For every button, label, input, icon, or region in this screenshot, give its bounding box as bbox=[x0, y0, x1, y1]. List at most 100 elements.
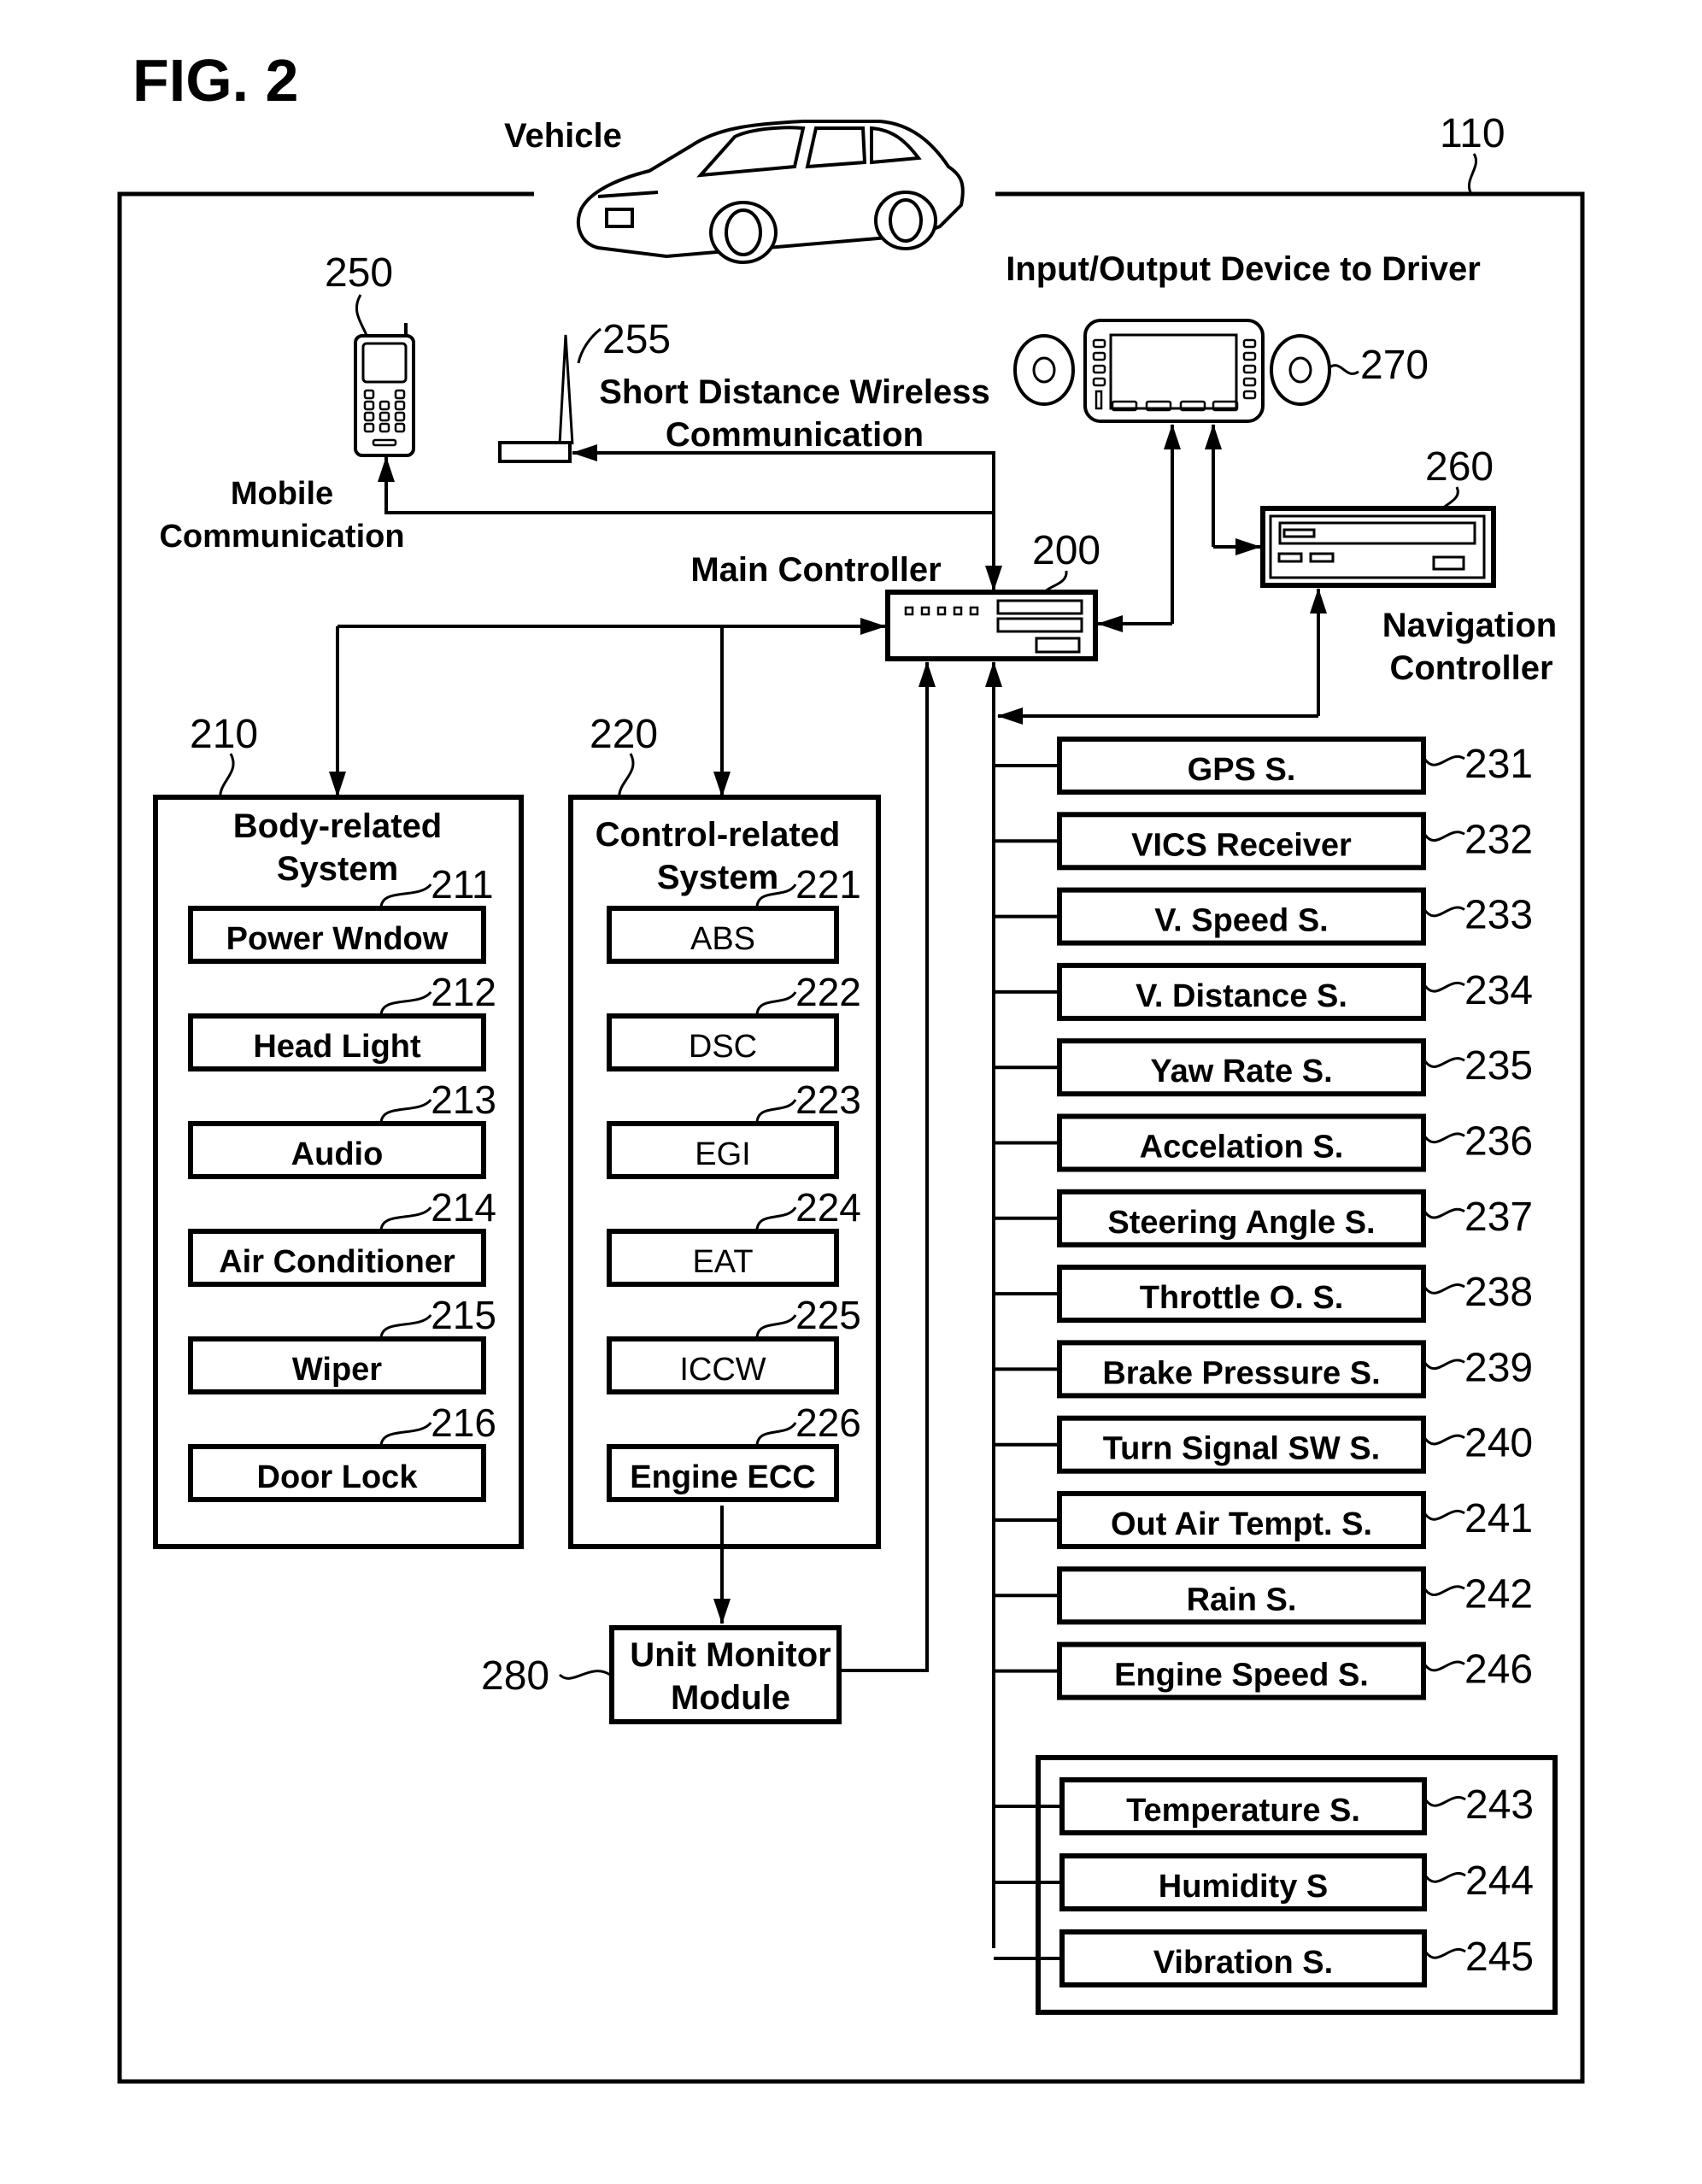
sensor-item-label: GPS S. bbox=[1188, 752, 1296, 788]
sensor-item-ref: 240 bbox=[1464, 1421, 1533, 1466]
sensor-item: Brake Pressure S. 239 bbox=[994, 1340, 1533, 1399]
sensor-item-ref-leader bbox=[1422, 1207, 1465, 1219]
sensor-item-label: V. Speed S. bbox=[1154, 903, 1328, 939]
sensor-item-label: VICS Receiver bbox=[1131, 827, 1352, 863]
link-main-to-mobile bbox=[378, 456, 994, 514]
control-item-ref: 221 bbox=[795, 862, 861, 907]
sensor-item-ref: 238 bbox=[1464, 1270, 1533, 1315]
sensor-item: V. Speed S. 233 bbox=[994, 887, 1533, 946]
sensor-item-ref-leader bbox=[1422, 1510, 1465, 1521]
sensor-item: GPS S. 231 bbox=[994, 737, 1533, 795]
sensor-item-ref: 233 bbox=[1464, 893, 1533, 938]
sensor-item: Rain S. 242 bbox=[994, 1566, 1533, 1625]
sensor-item: VICS Receiver 232 bbox=[994, 812, 1533, 871]
sensor-item-ref: 246 bbox=[1464, 1647, 1533, 1693]
sensor-item-label: Accelation S. bbox=[1140, 1130, 1344, 1165]
short-range-label-line1: Short Distance Wireless bbox=[599, 373, 990, 411]
control-system-ref-leader bbox=[618, 753, 635, 800]
sensor-item-ref-leader bbox=[1422, 1660, 1465, 1672]
mobile-phone-icon bbox=[354, 323, 415, 457]
unit-monitor-label-line2: Module bbox=[671, 1679, 790, 1717]
body-system-title-line2: System bbox=[277, 850, 398, 888]
control-item-label: Engine ECC bbox=[630, 1459, 815, 1495]
sensor-item-ref-leader bbox=[1422, 1585, 1465, 1596]
short-range-ref-leader bbox=[577, 327, 602, 364]
body-item-ref: 214 bbox=[431, 1185, 496, 1230]
sensor-item-label: Steering Angle S. bbox=[1107, 1205, 1375, 1241]
env-sensor-item-ref: 245 bbox=[1465, 1934, 1534, 1980]
sensor-item-label: Turn Signal SW S. bbox=[1103, 1431, 1380, 1467]
unit-monitor-ref-leader bbox=[558, 1670, 611, 1680]
navigation-unit-icon bbox=[1260, 506, 1496, 588]
body-system-ref-label: 210 bbox=[190, 712, 258, 757]
control-item-ref: 225 bbox=[795, 1293, 861, 1337]
sensor-item-ref: 234 bbox=[1464, 968, 1533, 1013]
sensor-item-ref-leader bbox=[1422, 1359, 1465, 1371]
body-item-label: Audio bbox=[291, 1136, 384, 1172]
sensor-item-label: Rain S. bbox=[1187, 1582, 1297, 1617]
nav-label-line2: Controller bbox=[1389, 649, 1552, 687]
sensor-item-ref-leader bbox=[1422, 1434, 1465, 1446]
body-item-ref: 212 bbox=[431, 970, 496, 1014]
io-ref-leader bbox=[1329, 364, 1359, 375]
mobile-label-line1: Mobile bbox=[231, 476, 333, 512]
sensor-item-ref-leader bbox=[1422, 1057, 1465, 1068]
main-controller-unit-icon bbox=[885, 590, 1098, 661]
sensor-item: V. Distance S. 234 bbox=[994, 962, 1533, 1021]
nav-label-line1: Navigation bbox=[1382, 607, 1557, 644]
mobile-label-line2: Communication bbox=[159, 519, 404, 555]
body-item-ref: 215 bbox=[431, 1293, 496, 1337]
sensor-item-ref: 235 bbox=[1464, 1043, 1533, 1089]
vehicle-label: Vehicle bbox=[504, 117, 622, 155]
sensor-item-ref: 231 bbox=[1464, 742, 1533, 787]
sensor-item: Turn Signal SW S. 240 bbox=[994, 1415, 1533, 1474]
sensor-item-ref-leader bbox=[1422, 755, 1465, 766]
sensor-item-ref: 241 bbox=[1464, 1496, 1533, 1541]
body-item-label: Power Wndow bbox=[226, 921, 449, 957]
sensor-item: Accelation S. 236 bbox=[994, 1113, 1533, 1172]
body-item-ref: 213 bbox=[431, 1077, 496, 1122]
control-item-label: ICCW bbox=[679, 1352, 766, 1388]
mobile-ref-label: 250 bbox=[325, 250, 393, 296]
sensor-item-label: Throttle O. S. bbox=[1140, 1280, 1344, 1316]
system-ref-label: 110 bbox=[1440, 111, 1505, 156]
control-item-label: DSC bbox=[689, 1029, 757, 1065]
sensor-item-ref: 237 bbox=[1464, 1195, 1533, 1240]
sensor-item: Steering Angle S. 237 bbox=[994, 1189, 1533, 1248]
main-controller-ref-label: 200 bbox=[1032, 528, 1100, 573]
sensor-item-label: Yaw Rate S. bbox=[1150, 1054, 1332, 1089]
control-item-ref: 222 bbox=[795, 970, 861, 1014]
env-sensor-item-label: Humidity S bbox=[1159, 1869, 1328, 1905]
sensor-item-ref-leader bbox=[1422, 1283, 1465, 1295]
env-sensor-item-label: Vibration S. bbox=[1153, 1945, 1333, 1981]
nav-ref-label: 260 bbox=[1425, 444, 1494, 490]
unit-monitor-ref-label: 280 bbox=[481, 1653, 549, 1699]
control-system-title-line2: System bbox=[657, 859, 778, 896]
sensor-item: Out Air Tempt. S. 241 bbox=[994, 1491, 1533, 1549]
sensor-item-ref: 242 bbox=[1464, 1571, 1533, 1617]
sensor-item-label: Out Air Tempt. S. bbox=[1111, 1506, 1372, 1542]
sensor-item-ref-leader bbox=[1422, 906, 1465, 918]
sensor-item: Throttle O. S. 238 bbox=[994, 1265, 1533, 1324]
short-range-label-line2: Communication bbox=[666, 416, 924, 454]
control-system-title-line1: Control-related bbox=[596, 816, 841, 854]
sensor-list: GPS S. 231VICS Receiver 232V. Speed S. 233V… bbox=[994, 737, 1533, 1700]
sensor-item-ref-leader bbox=[1422, 981, 1465, 993]
system-block-diagram: FIG. 2 110 Vehicle 250 Mobile Communicat… bbox=[117, 47, 1585, 2084]
env-sensor-item-ref: 244 bbox=[1465, 1858, 1534, 1904]
figure-title: FIG. 2 bbox=[132, 47, 298, 114]
control-item-ref: 226 bbox=[795, 1400, 861, 1445]
control-item-label: EGI bbox=[695, 1136, 750, 1172]
body-system-title-line1: Body-related bbox=[233, 807, 443, 845]
unit-monitor-label-line1: Unit Monitor bbox=[630, 1636, 831, 1674]
sensor-item-ref: 239 bbox=[1464, 1345, 1533, 1390]
body-item-ref: 216 bbox=[431, 1400, 496, 1445]
system-ref-leader bbox=[1468, 153, 1477, 195]
sensor-item-ref-leader bbox=[1422, 831, 1465, 842]
env-sensor-item-ref: 243 bbox=[1465, 1782, 1534, 1828]
body-item-label: Wiper bbox=[292, 1352, 382, 1388]
control-system-ref-label: 220 bbox=[590, 712, 658, 757]
sensor-item-label: Brake Pressure S. bbox=[1102, 1355, 1380, 1391]
body-item-ref: 211 bbox=[431, 862, 493, 907]
sensor-item: Engine Speed S. 246 bbox=[994, 1641, 1533, 1700]
